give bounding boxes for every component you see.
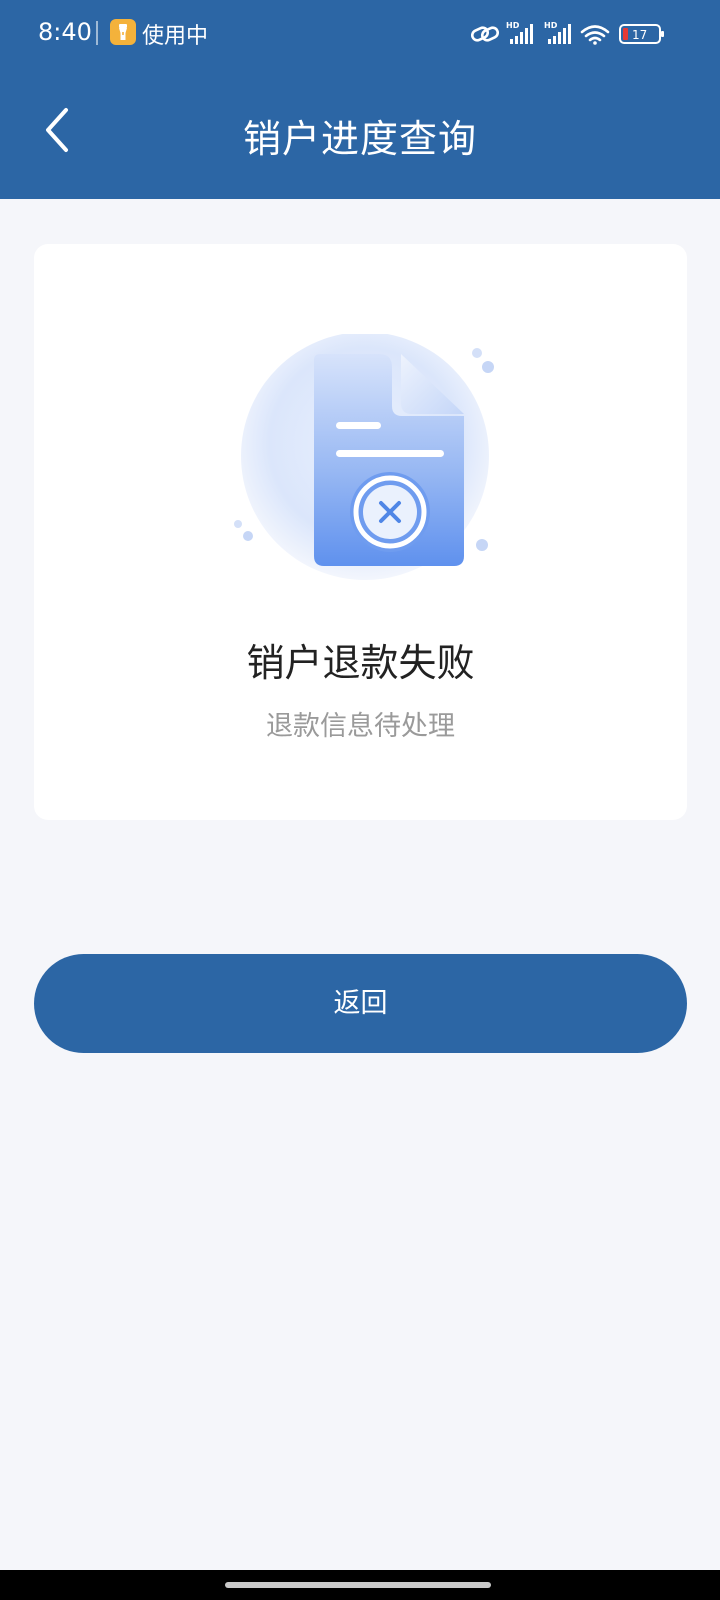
battery-level-text: 17: [632, 28, 647, 42]
app-header: 8:40 使用中 HD HD 17 销户进度查询: [0, 0, 720, 199]
document-failed-icon: [234, 334, 494, 580]
result-title: 销户退款失败: [246, 641, 475, 685]
result-card: 销户退款失败 退款信息待处理: [34, 244, 687, 820]
link-icon: [470, 26, 500, 42]
status-separator: [96, 21, 98, 45]
svg-text:HD: HD: [506, 21, 520, 30]
battery-icon: 17: [619, 24, 664, 44]
signal-icon-2: HD: [544, 21, 571, 44]
flashlight-status-text: 使用中: [142, 24, 209, 49]
status-icons: HD HD 17: [470, 21, 664, 45]
svg-text:HD: HD: [544, 21, 558, 30]
return-button[interactable]: 返回: [34, 954, 687, 1053]
home-indicator[interactable]: [225, 1582, 491, 1588]
wifi-icon: [580, 25, 610, 45]
signal-icon-1: HD: [506, 21, 533, 44]
status-bar: 8:40 使用中 HD HD 17: [0, 0, 720, 68]
flashlight-icon: [110, 19, 136, 45]
system-navigation-bar: [0, 1570, 720, 1600]
page-title: 销户进度查询: [242, 117, 477, 161]
status-time: 8:40: [38, 18, 92, 46]
result-subtitle: 退款信息待处理: [266, 711, 455, 742]
